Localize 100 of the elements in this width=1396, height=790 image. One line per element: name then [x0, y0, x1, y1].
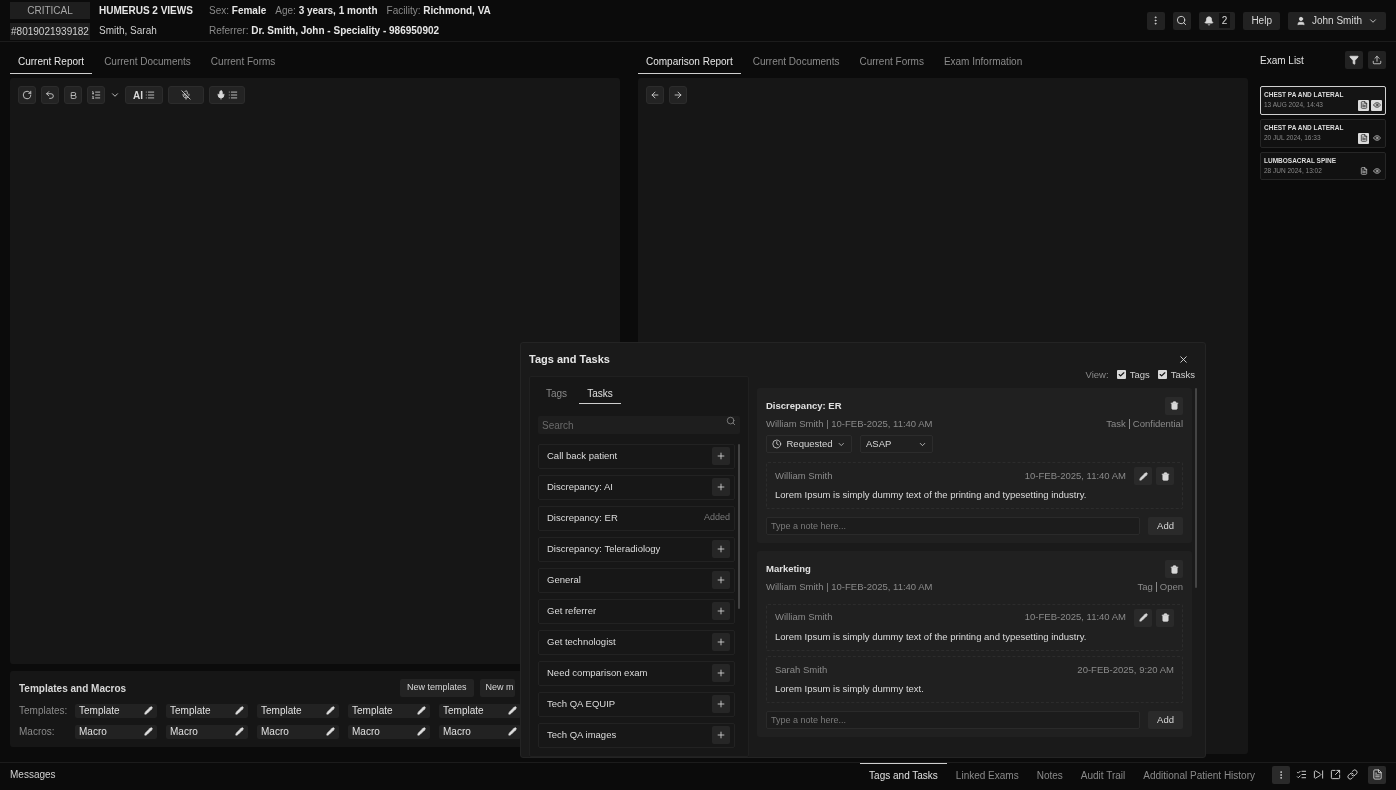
- template-chip[interactable]: Template: [166, 703, 248, 718]
- task-label: Discrepancy: Teleradiology: [547, 541, 661, 556]
- add-button[interactable]: [712, 633, 730, 651]
- upload-button[interactable]: [1368, 51, 1386, 69]
- status-select[interactable]: Requested: [766, 435, 852, 453]
- search-field[interactable]: Search: [538, 416, 740, 434]
- task-item[interactable]: Tech QA images: [538, 722, 735, 748]
- checklist-icon[interactable]: [1296, 769, 1307, 780]
- tab[interactable]: Current Report: [10, 54, 93, 74]
- redo-button[interactable]: [18, 86, 36, 104]
- task-item[interactable]: Need comparison exam: [538, 660, 735, 686]
- tab[interactable]: Tags and Tasks: [860, 763, 947, 786]
- priority-select[interactable]: ASAP: [860, 435, 933, 453]
- task-item[interactable]: Tech QA EQUIP: [538, 691, 735, 717]
- card-type: Tag: [1137, 580, 1153, 595]
- task-item[interactable]: General: [538, 567, 735, 593]
- tab[interactable]: Additional Patient History: [1134, 763, 1264, 786]
- close-button[interactable]: [1178, 353, 1189, 365]
- delete-button[interactable]: [1156, 467, 1174, 485]
- filter-button[interactable]: [1345, 51, 1363, 69]
- tab[interactable]: Current Documents: [744, 54, 848, 74]
- card-title: Discrepancy: ER: [766, 398, 842, 413]
- task-item[interactable]: Get technologist: [538, 629, 735, 655]
- delete-button[interactable]: [1165, 560, 1183, 579]
- tab[interactable]: Exam Information: [935, 54, 1031, 74]
- new-button[interactable]: New m: [479, 679, 515, 697]
- ai-list-button[interactable]: AI: [125, 86, 163, 104]
- template-chip[interactable]: Macro: [257, 724, 339, 739]
- task-label: Tech QA EQUIP: [547, 696, 616, 711]
- add-button[interactable]: [712, 447, 730, 465]
- add-button[interactable]: [712, 695, 730, 713]
- task-item[interactable]: Discrepancy: AI: [538, 474, 735, 500]
- note-field[interactable]: Type a note here...: [766, 517, 1140, 536]
- tab[interactable]: Notes: [1027, 763, 1072, 786]
- template-chip[interactable]: Macro: [166, 724, 248, 739]
- report-icon[interactable]: [1358, 132, 1369, 144]
- note-field[interactable]: Type a note here...: [766, 711, 1140, 729]
- task-item[interactable]: Call back patient: [538, 443, 735, 469]
- tab[interactable]: Linked Exams: [946, 763, 1028, 786]
- more-button[interactable]: [1272, 765, 1290, 784]
- add-button[interactable]: [712, 664, 730, 682]
- task-item[interactable]: Discrepancy: ER Added: [538, 505, 735, 531]
- template-chip[interactable]: Macro: [348, 724, 430, 739]
- add-button[interactable]: [712, 602, 730, 620]
- chevron-down-icon[interactable]: [110, 90, 120, 100]
- document-button[interactable]: [1368, 765, 1386, 784]
- close-icon: [1178, 353, 1189, 365]
- help-button[interactable]: Help: [1243, 11, 1280, 30]
- user-menu[interactable]: John Smith: [1287, 11, 1386, 30]
- skip-icon[interactable]: [1313, 769, 1324, 780]
- template-chip[interactable]: Macro: [75, 724, 157, 739]
- mute-button[interactable]: [168, 86, 204, 104]
- tab[interactable]: Tags: [538, 385, 576, 404]
- more-button[interactable]: [1146, 11, 1165, 30]
- add-button[interactable]: [712, 478, 730, 496]
- tab[interactable]: Current Documents: [96, 54, 199, 74]
- template-chip[interactable]: Template: [439, 703, 521, 718]
- tab[interactable]: Tasks: [579, 385, 621, 404]
- template-chip[interactable]: Macro: [439, 724, 521, 739]
- edit-button[interactable]: [1134, 608, 1152, 627]
- tab[interactable]: Audit Trail: [1071, 763, 1135, 786]
- note-author: Sarah Smith: [775, 662, 828, 677]
- delete-button[interactable]: [1156, 608, 1174, 627]
- template-chip[interactable]: Template: [348, 703, 430, 718]
- template-chip[interactable]: Template: [257, 703, 339, 718]
- eye-icon[interactable]: [1371, 99, 1382, 111]
- add-button[interactable]: [712, 540, 730, 558]
- tab[interactable]: Current Forms: [851, 54, 932, 74]
- undo-button[interactable]: [41, 86, 59, 104]
- bold-button[interactable]: [64, 86, 82, 104]
- add-button[interactable]: Add: [1148, 711, 1183, 729]
- list-icon: [145, 90, 155, 100]
- task-item[interactable]: Get referrer: [538, 598, 735, 624]
- notifications-button[interactable]: 2: [1198, 11, 1236, 30]
- search-button[interactable]: [1172, 11, 1191, 30]
- report-icon[interactable]: [1358, 99, 1369, 111]
- accession-number: #8019021939182: [10, 22, 90, 40]
- external-link-icon[interactable]: [1330, 769, 1341, 780]
- delete-button[interactable]: [1165, 396, 1183, 415]
- numbered-list-button[interactable]: [87, 86, 105, 104]
- add-button[interactable]: Add: [1148, 517, 1183, 536]
- pencil-icon: [326, 706, 335, 715]
- tab[interactable]: Current Forms: [202, 54, 284, 74]
- chip-label: Macro: [261, 725, 289, 739]
- card-status: Confidential: [1132, 416, 1183, 431]
- report-icon[interactable]: [1358, 165, 1369, 177]
- add-button[interactable]: [712, 726, 730, 744]
- edit-button[interactable]: [1134, 467, 1152, 485]
- checkbox[interactable]: [1116, 370, 1126, 380]
- template-chip[interactable]: Template: [75, 703, 157, 718]
- dictation-button[interactable]: [209, 86, 245, 104]
- tab[interactable]: Comparison Report: [638, 54, 741, 74]
- view-label: View:: [1085, 367, 1109, 382]
- new-button[interactable]: New templates: [400, 679, 474, 697]
- task-item[interactable]: Discrepancy: Teleradiology: [538, 536, 735, 562]
- forward-button[interactable]: [669, 86, 687, 104]
- back-button[interactable]: [646, 86, 664, 104]
- add-button[interactable]: [712, 571, 730, 589]
- link-icon[interactable]: [1347, 769, 1358, 780]
- checkbox[interactable]: [1157, 370, 1167, 380]
